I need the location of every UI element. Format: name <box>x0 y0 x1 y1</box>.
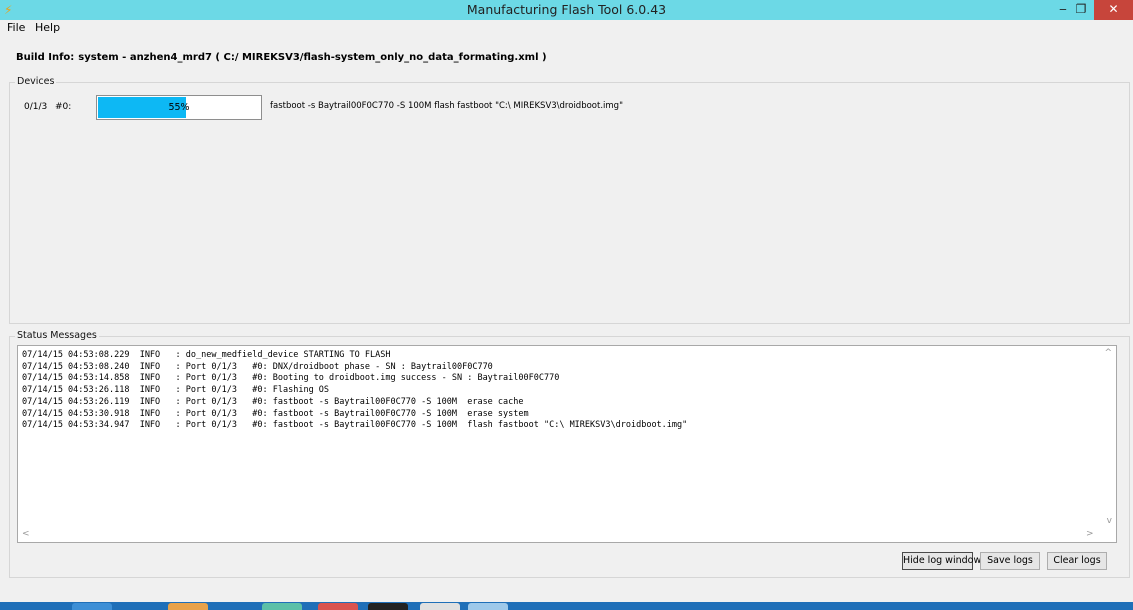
device-port: 0/1/3 <box>24 102 48 112</box>
scroll-left-icon[interactable]: < <box>22 529 30 539</box>
menu-help[interactable]: Help <box>35 21 60 34</box>
log-line: 07/14/15 04:53:26.118 INFO : Port 0/1/3 … <box>22 385 330 396</box>
menu-file[interactable]: File <box>7 21 25 34</box>
vertical-scrollbar[interactable]: ^ v <box>1100 346 1116 528</box>
log-line: 07/14/15 04:53:26.119 INFO : Port 0/1/3 … <box>22 396 524 407</box>
taskbar-app-icon[interactable] <box>72 603 112 610</box>
device-command: fastboot -s Baytrail00F0C770 -S 100M fla… <box>270 101 623 111</box>
horizontal-scrollbar[interactable]: < > <box>18 527 1101 542</box>
build-info-label: Build Info: <box>16 52 75 63</box>
device-progress-bar: 55% <box>96 95 262 120</box>
scroll-right-icon[interactable]: > <box>1086 529 1094 539</box>
status-group-title: Status Messages <box>15 330 99 341</box>
taskbar <box>0 602 1133 610</box>
progress-text: 55% <box>168 102 190 113</box>
taskbar-app-icon[interactable] <box>168 603 208 610</box>
log-window[interactable]: 07/14/15 04:53:08.229 INFO : do_new_medf… <box>17 345 1117 543</box>
device-id: #0: <box>55 102 72 112</box>
log-line: 07/14/15 04:53:30.918 INFO : Port 0/1/3 … <box>22 408 529 419</box>
taskbar-app-icon[interactable] <box>420 603 460 610</box>
menu-bar: File Help <box>0 20 1133 36</box>
taskbar-app-icon[interactable] <box>368 603 408 610</box>
taskbar-app-icon[interactable] <box>262 603 302 610</box>
hide-log-window-button[interactable]: Hide log window <box>902 552 981 570</box>
log-lines: 07/14/15 04:53:08.229 INFO : do_new_medf… <box>22 350 1102 520</box>
close-button[interactable]: ✕ <box>1094 0 1133 20</box>
log-line: 07/14/15 04:53:14.858 INFO : Port 0/1/3 … <box>22 373 560 384</box>
save-logs-button[interactable]: Save logs <box>980 552 1040 570</box>
build-info: Build Info: system - anzhen4_mrd7 ( C:/ M… <box>16 52 547 63</box>
maximize-button[interactable]: ❐ <box>1068 0 1094 20</box>
scroll-down-icon[interactable]: v <box>1107 516 1112 526</box>
taskbar-app-icon[interactable] <box>318 603 358 610</box>
window-title: Manufacturing Flash Tool 6.0.43 <box>466 2 667 17</box>
build-info-value: system - anzhen4_mrd7 ( C:/ MIREKSV3/fla… <box>78 52 547 63</box>
scroll-up-icon[interactable]: ^ <box>1104 348 1112 358</box>
log-line: 07/14/15 04:53:08.240 INFO : Port 0/1/3 … <box>22 361 493 372</box>
title-bar[interactable]: ⚡ Manufacturing Flash Tool 6.0.43 ‒ ❐ ✕ <box>0 0 1133 20</box>
clear-logs-button[interactable]: Clear logs <box>1047 552 1107 570</box>
devices-group-title: Devices <box>15 76 57 87</box>
log-line: 07/14/15 04:53:08.229 INFO : do_new_medf… <box>22 350 391 360</box>
taskbar-app-icon[interactable] <box>468 603 508 610</box>
log-line: 07/14/15 04:53:34.947 INFO : Port 0/1/3 … <box>22 420 688 431</box>
